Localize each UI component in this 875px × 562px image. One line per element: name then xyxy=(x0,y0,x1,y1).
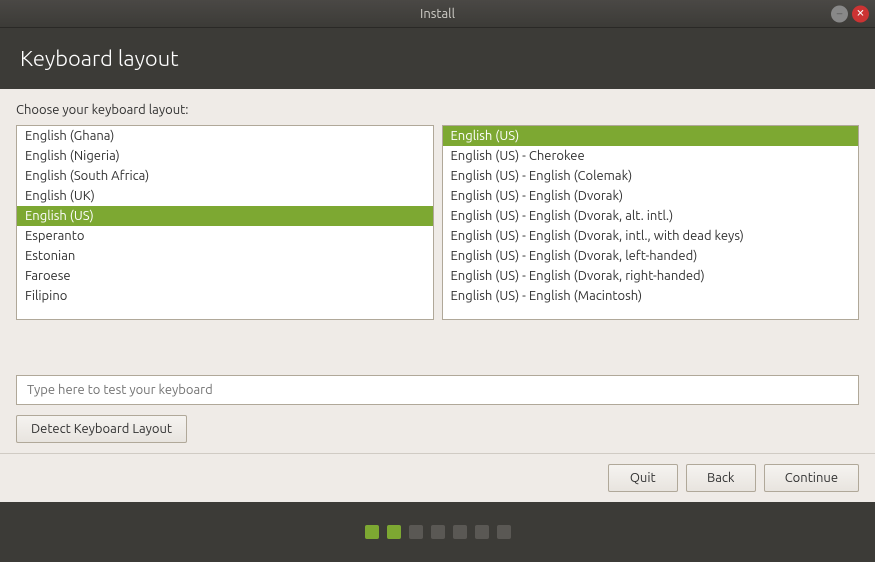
variant-item-selected[interactable]: English (US) xyxy=(443,126,859,146)
progress-dot-6 xyxy=(475,525,489,539)
window-title: Install xyxy=(420,7,455,21)
progress-dot-2 xyxy=(387,525,401,539)
variant-item[interactable]: English (US) - English (Dvorak, right-ha… xyxy=(443,266,859,286)
minimize-button[interactable]: – xyxy=(831,5,848,22)
list-item[interactable]: English (Ghana) xyxy=(17,126,433,146)
variant-item[interactable]: English (US) - English (Dvorak, left-han… xyxy=(443,246,859,266)
progress-dot-5 xyxy=(453,525,467,539)
continue-button[interactable]: Continue xyxy=(764,464,859,492)
close-button[interactable]: ✕ xyxy=(852,5,869,22)
list-item[interactable]: Estonian xyxy=(17,246,433,266)
list-item[interactable]: English (South Africa) xyxy=(17,166,433,186)
choose-label: Choose your keyboard layout: xyxy=(16,103,859,117)
variant-item[interactable]: English (US) - English (Macintosh) xyxy=(443,286,859,306)
variant-item[interactable]: English (US) - English (Dvorak, intl., w… xyxy=(443,226,859,246)
keyboard-layout-list[interactable]: English (Ghana) English (Nigeria) Englis… xyxy=(16,125,434,320)
progress-dot-4 xyxy=(431,525,445,539)
list-item[interactable]: English (UK) xyxy=(17,186,433,206)
page-title: Keyboard layout xyxy=(20,46,855,71)
progress-dot-3 xyxy=(409,525,423,539)
list-item-selected[interactable]: English (US) xyxy=(17,206,433,226)
list-item[interactable]: Faroese xyxy=(17,266,433,286)
quit-button[interactable]: Quit xyxy=(608,464,678,492)
back-button[interactable]: Back xyxy=(686,464,756,492)
progress-dots xyxy=(0,502,875,562)
progress-dot-1 xyxy=(365,525,379,539)
keyboard-variant-list[interactable]: English (US) English (US) - Cherokee Eng… xyxy=(442,125,860,320)
lists-container: English (Ghana) English (Nigeria) Englis… xyxy=(16,125,859,365)
variant-item[interactable]: English (US) - English (Dvorak, alt. int… xyxy=(443,206,859,226)
test-input-container xyxy=(16,375,859,405)
list-item[interactable]: Filipino xyxy=(17,286,433,306)
titlebar: Install – ✕ xyxy=(0,0,875,28)
variant-item[interactable]: English (US) - English (Dvorak) xyxy=(443,186,859,206)
detect-button-container: Detect Keyboard Layout xyxy=(16,415,859,443)
list-item[interactable]: English (Nigeria) xyxy=(17,146,433,166)
titlebar-controls: – ✕ xyxy=(831,5,869,22)
page-body: Choose your keyboard layout: English (Gh… xyxy=(0,89,875,453)
variant-item[interactable]: English (US) - Cherokee xyxy=(443,146,859,166)
window: Install – ✕ Keyboard layout Choose your … xyxy=(0,0,875,562)
progress-dot-7 xyxy=(497,525,511,539)
page-header: Keyboard layout xyxy=(0,28,875,89)
detect-keyboard-button[interactable]: Detect Keyboard Layout xyxy=(16,415,187,443)
list-item[interactable]: Esperanto xyxy=(17,226,433,246)
page-footer: Quit Back Continue xyxy=(0,453,875,502)
keyboard-test-input[interactable] xyxy=(16,375,859,405)
variant-item[interactable]: English (US) - English (Colemak) xyxy=(443,166,859,186)
